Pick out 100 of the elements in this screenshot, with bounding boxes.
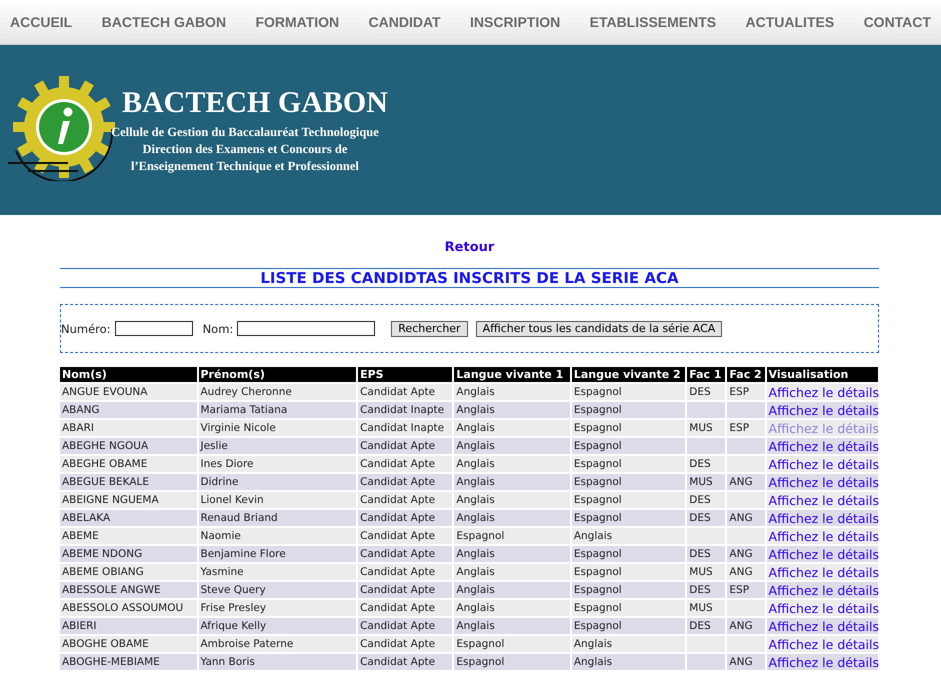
table-cell: Steve Query — [198, 580, 356, 598]
table-cell: Audrey Cheronne — [198, 382, 356, 400]
table-cell: Anglais — [572, 634, 686, 652]
column-header: EPS — [358, 367, 452, 382]
table-cell: ANG — [727, 508, 765, 526]
table-cell: ANGUE EVOUNA — [60, 382, 196, 400]
table-cell: Anglais — [454, 508, 570, 526]
table-cell: ANG — [727, 652, 765, 670]
column-header: Visualisation — [766, 367, 878, 382]
table-cell: Espagnol — [572, 580, 686, 598]
table-cell: ABANG — [60, 400, 196, 418]
table-cell: Candidat Apte — [358, 382, 452, 400]
table-cell: Anglais — [454, 490, 570, 508]
table-cell: Anglais — [454, 400, 570, 418]
search-button[interactable]: Rechercher — [391, 320, 468, 336]
table-cell: ABARI — [60, 418, 196, 436]
column-header: Fac 1 — [687, 367, 726, 382]
table-cell: MUS — [687, 598, 726, 616]
table-cell: Espagnol — [572, 382, 686, 400]
table-cell: Espagnol — [454, 526, 570, 544]
nav-link[interactable]: INSCRIPTION — [470, 14, 560, 30]
table-cell: Renaud Briand — [198, 508, 356, 526]
table-cell: Espagnol — [572, 454, 686, 472]
table-cell: Virginie Nicole — [198, 418, 356, 436]
table-cell: Anglais — [572, 526, 686, 544]
table-cell: Anglais — [454, 616, 570, 634]
table-cell: ESP — [727, 382, 765, 400]
nav-link[interactable]: ACTUALITES — [746, 14, 834, 30]
table-cell: Espagnol — [572, 436, 686, 454]
table-cell: Candidat Apte — [358, 616, 452, 634]
table-cell: ABEME — [60, 526, 196, 544]
table-cell: Naomie — [198, 526, 356, 544]
table-cell: Espagnol — [454, 634, 570, 652]
table-cell: Espagnol — [572, 562, 686, 580]
table-cell: Espagnol — [572, 544, 686, 562]
search-button[interactable]: Afficher tous les candidats de la série ACA — [476, 320, 722, 336]
table-cell: DES — [687, 454, 726, 472]
column-header: Nom(s) — [60, 367, 196, 382]
table-cell: ABEGHE NGOUA — [60, 436, 196, 454]
nav-link[interactable]: BACTECH GABON — [102, 14, 226, 30]
nav-link[interactable]: FORMATION — [255, 14, 340, 30]
table-cell: Didrine — [198, 472, 356, 490]
table-cell: Anglais — [572, 652, 686, 670]
table-cell: Espagnol — [572, 400, 686, 418]
table-cell: Anglais — [454, 418, 570, 436]
table-cell: Ines Diore — [198, 454, 356, 472]
table-cell: Candidat Inapte — [358, 418, 452, 436]
table-cell: Espagnol — [572, 472, 686, 490]
site-subtitle: Direction des Examens et Concours de — [142, 140, 348, 158]
table-cell: Frise Presley — [198, 598, 356, 616]
field-label: Numéro: — [61, 322, 111, 336]
table-cell: Candidat Apte — [358, 490, 452, 508]
table-cell: Lionel Kevin — [198, 490, 356, 508]
table-cell: DES — [687, 580, 726, 598]
table-cell: Espagnol — [572, 598, 686, 616]
table-cell: ABEME OBIANG — [60, 562, 196, 580]
input-field[interactable] — [237, 321, 376, 336]
table-cell: DES — [687, 544, 726, 562]
table-cell: Espagnol — [572, 490, 686, 508]
table-cell: Candidat Apte — [358, 436, 452, 454]
table-cell: ABEME NDONG — [60, 544, 196, 562]
table-cell: Candidat Apte — [358, 580, 452, 598]
table-cell: Anglais — [454, 472, 570, 490]
table-cell: ABESSOLO ASSOUMOU — [60, 598, 196, 616]
table-cell: ANG — [727, 544, 765, 562]
field-label: Nom: — [202, 322, 234, 336]
table-cell: Mariama Tatiana — [198, 400, 356, 418]
table-cell: ESP — [727, 418, 765, 436]
nav-link[interactable]: CONTACT — [864, 14, 931, 30]
nav-link[interactable]: ACCUEIL — [10, 14, 72, 30]
table-cell: ANG — [727, 562, 765, 580]
table-cell: DES — [687, 616, 726, 634]
site-title: BACTECH GABON — [122, 86, 388, 120]
table-cell: MUS — [687, 472, 726, 490]
table-cell: Candidat Apte — [358, 652, 452, 670]
table-cell: ABELAKA — [60, 508, 196, 526]
table-cell: ABEGHE OBAME — [60, 454, 196, 472]
column-header: Langue vivante 1 — [454, 367, 570, 382]
table-cell: ABOGHE OBAME — [60, 634, 196, 652]
table-cell: Yasmine — [198, 562, 356, 580]
table-cell: Espagnol — [572, 508, 686, 526]
table-cell: ABIERI — [60, 616, 196, 634]
table-cell: MUS — [687, 562, 726, 580]
nav-link[interactable]: ETABLISSEMENTS — [590, 14, 716, 30]
table-cell: Anglais — [454, 436, 570, 454]
table-cell: Candidat Apte — [358, 454, 452, 472]
input-field[interactable] — [114, 321, 193, 336]
table-cell: DES — [687, 508, 726, 526]
table-cell: ABEIGNE NGUEMA — [60, 490, 196, 508]
back-link[interactable]: Retour — [444, 240, 494, 255]
table-cell: Candidat Apte — [358, 598, 452, 616]
table-cell: Benjamine Flore — [198, 544, 356, 562]
table-cell: Anglais — [454, 598, 570, 616]
table-cell: Candidat Apte — [358, 526, 452, 544]
table-cell: Ambroise Paterne — [198, 634, 356, 652]
table-cell: Candidat Inapte — [358, 400, 452, 418]
table-cell: ABEGUE BEKALE — [60, 472, 196, 490]
table-cell: Espagnol — [572, 616, 686, 634]
table-cell: Anglais — [454, 454, 570, 472]
nav-link[interactable]: CANDIDAT — [368, 14, 441, 30]
